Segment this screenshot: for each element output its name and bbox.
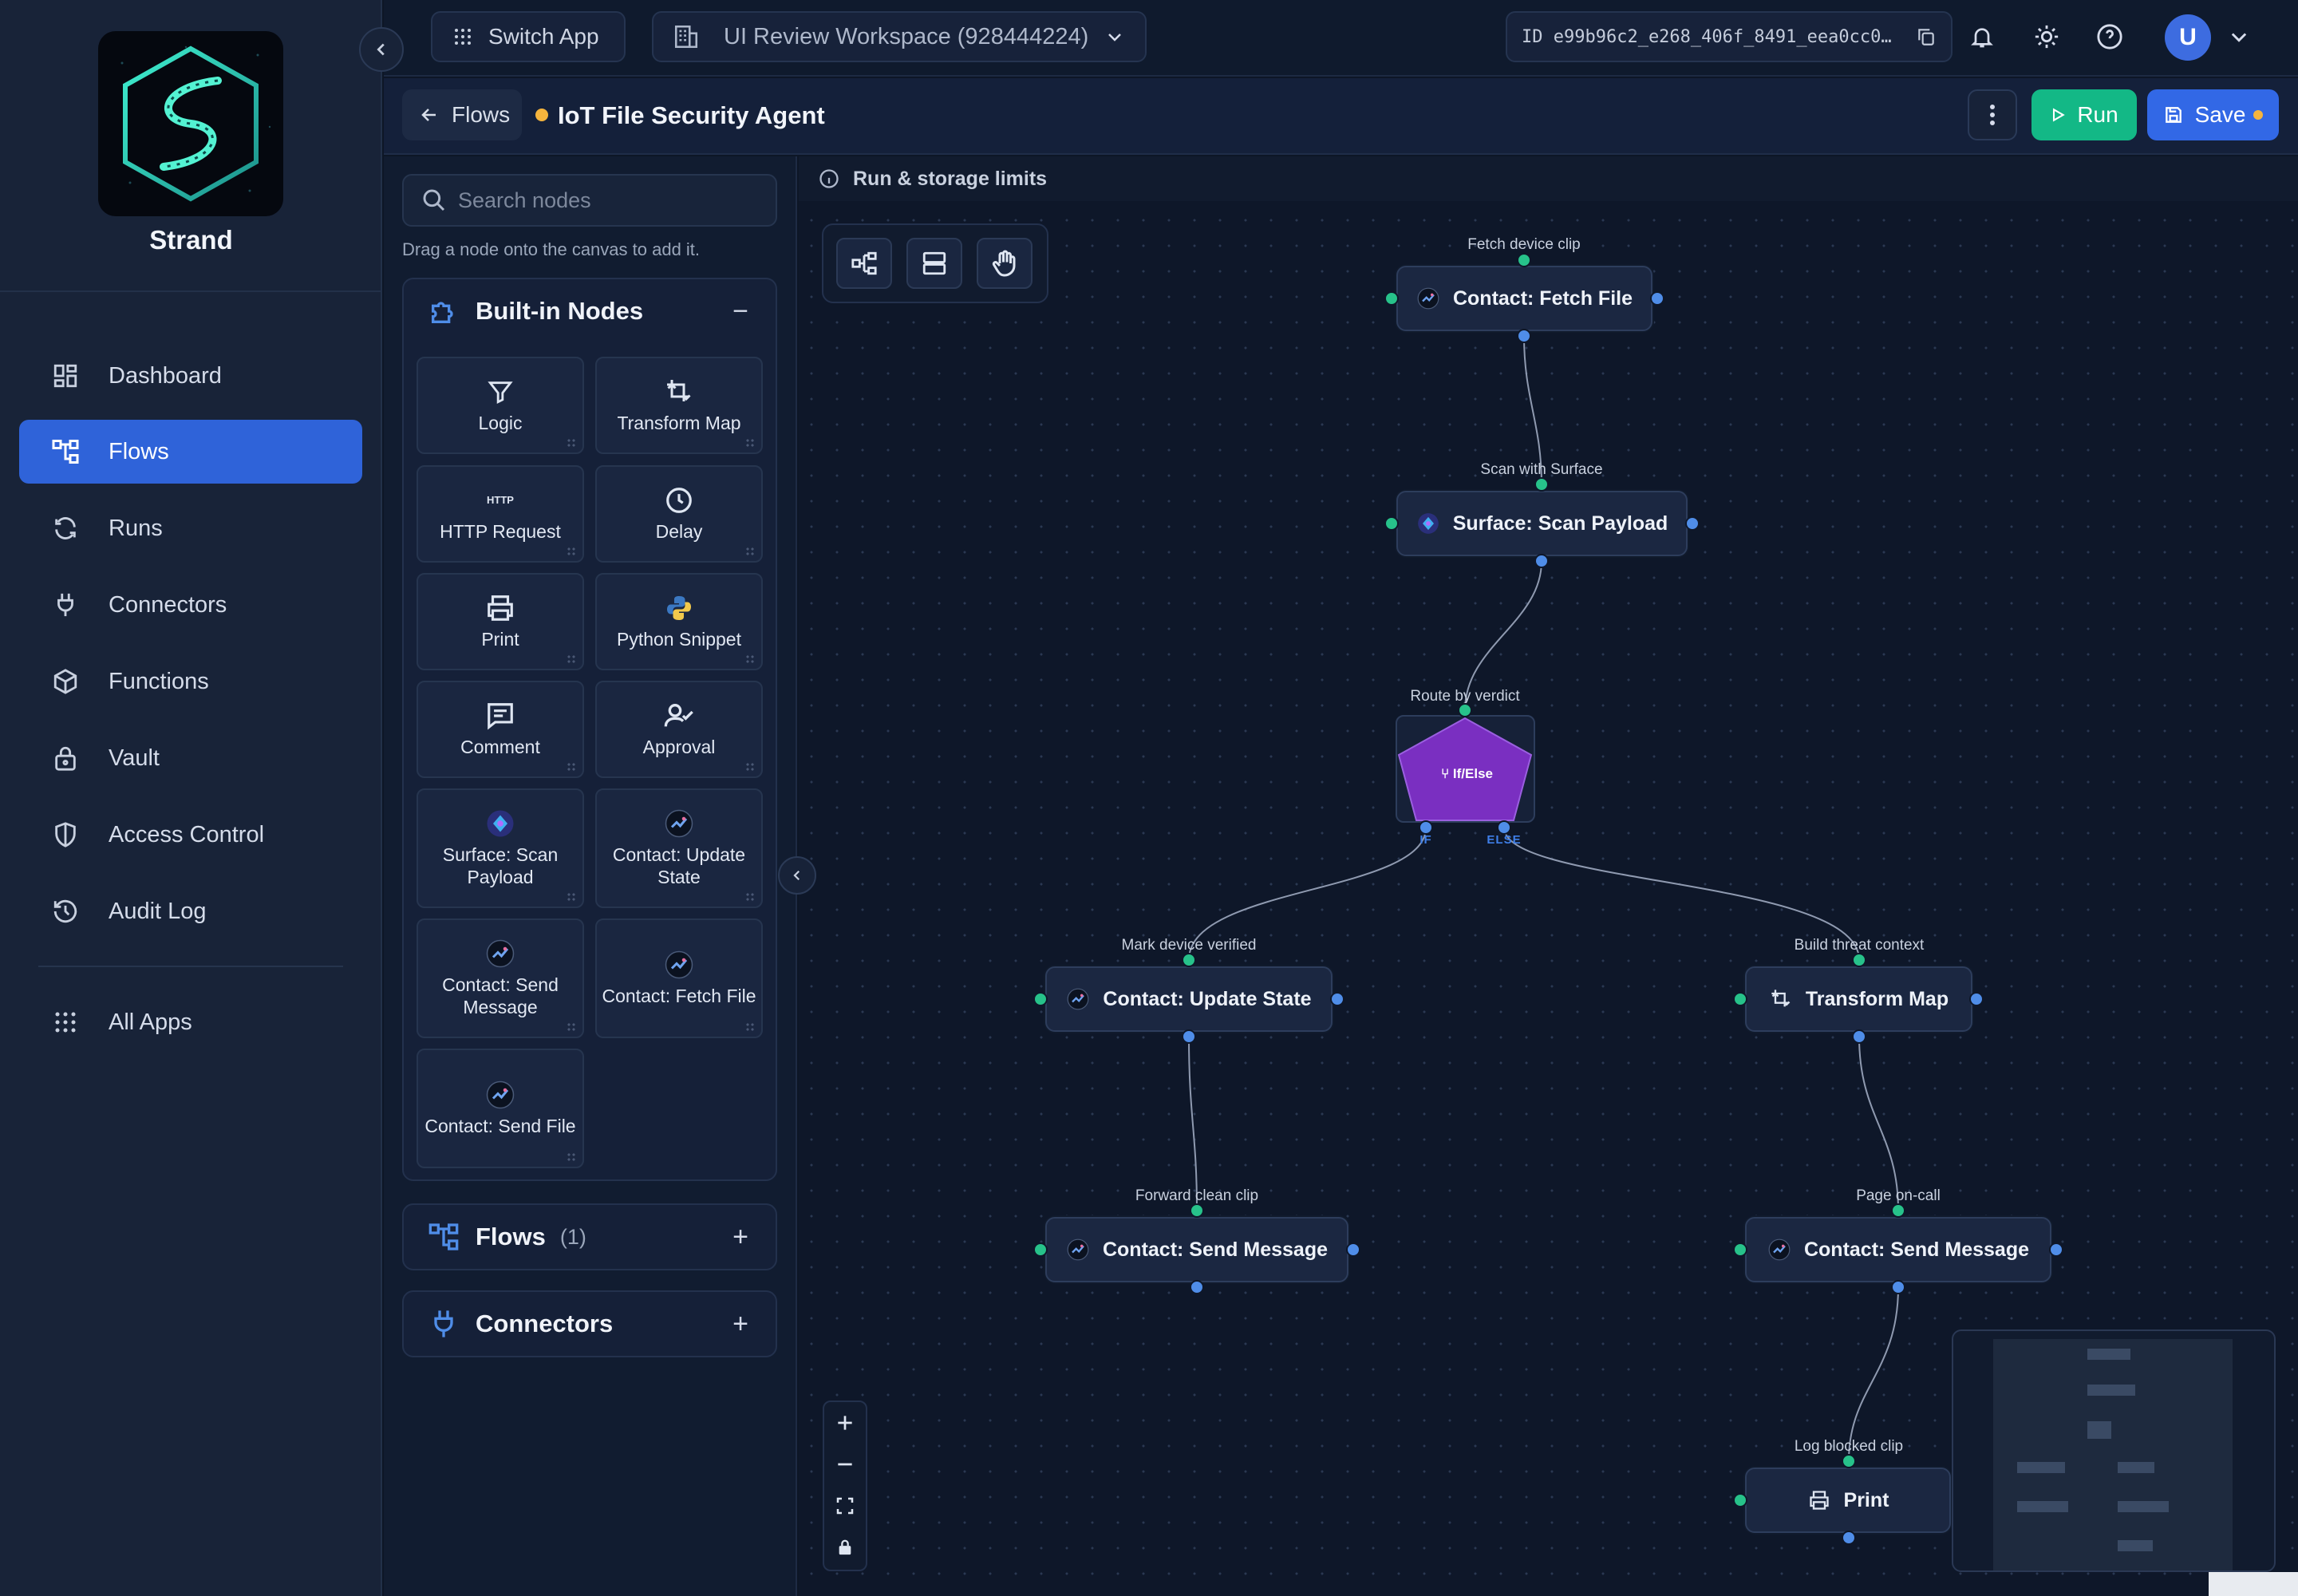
output-port[interactable] <box>1891 1280 1905 1294</box>
minimap-node <box>2087 1421 2111 1439</box>
printer-icon <box>1807 1488 1831 1512</box>
node-scan-payload[interactable]: Surface: Scan Payload <box>1396 491 1688 556</box>
input-port[interactable] <box>1033 1242 1048 1257</box>
contact-icon <box>1066 1238 1090 1262</box>
edge <box>1188 1036 1198 1211</box>
input-port[interactable] <box>1384 516 1399 531</box>
attribution-watermark <box>2209 1572 2298 1596</box>
node-title: Print <box>1843 1488 1889 1511</box>
input-port[interactable] <box>1517 253 1531 267</box>
input-port[interactable] <box>1458 703 1472 717</box>
transform-icon <box>1769 987 1793 1011</box>
node-label: Page on-call <box>1856 1187 1941 1204</box>
minimap-viewport <box>1993 1339 2233 1570</box>
output-port[interactable] <box>2049 1242 2063 1257</box>
output-port[interactable] <box>1685 516 1700 531</box>
if-port[interactable] <box>1419 820 1433 835</box>
input-port[interactable] <box>1733 1493 1747 1507</box>
node-print[interactable]: Print <box>1745 1468 1951 1533</box>
node-title: Transform Map <box>1805 987 1949 1010</box>
panel-collapse-button[interactable] <box>778 856 816 895</box>
node-update-state[interactable]: Contact: Update State <box>1045 966 1333 1032</box>
output-port[interactable] <box>1190 1280 1204 1294</box>
node-label: Scan with Surface <box>1480 461 1603 478</box>
node-send-message-page[interactable]: Contact: Send Message <box>1745 1217 2051 1282</box>
minimap-node <box>2017 1462 2065 1473</box>
input-port[interactable] <box>1733 1242 1747 1257</box>
node-title: Surface: Scan Payload <box>1452 512 1668 535</box>
chevron-left-icon <box>793 870 800 881</box>
node-label: Fetch device clip <box>1467 236 1581 253</box>
output-port[interactable] <box>1346 1242 1360 1257</box>
contact-icon <box>1066 987 1090 1011</box>
output-port[interactable] <box>1330 992 1344 1006</box>
input-port[interactable] <box>1384 291 1399 306</box>
else-port[interactable] <box>1497 820 1511 835</box>
minimap-node <box>2087 1349 2130 1360</box>
edge <box>1848 1286 1899 1462</box>
if-else-title-wrap: ⑂ If/Else <box>1397 766 1537 782</box>
input-port[interactable] <box>1891 1203 1905 1218</box>
plus-icon <box>838 1416 852 1430</box>
minimap-node <box>2087 1385 2135 1396</box>
output-port[interactable] <box>1650 291 1664 306</box>
contact-icon <box>1767 1238 1791 1262</box>
node-title: Contact: Update State <box>1103 987 1312 1010</box>
node-title: If/Else <box>1452 766 1494 781</box>
fit-view-button[interactable] <box>824 1485 866 1527</box>
input-port[interactable] <box>1190 1203 1204 1218</box>
input-port[interactable] <box>1182 953 1196 967</box>
input-port[interactable] <box>1733 992 1747 1006</box>
branch-if-label: IF <box>1419 833 1432 847</box>
node-title: Contact: Send Message <box>1803 1238 2029 1261</box>
branch-else-label: ELSE <box>1487 833 1522 847</box>
output-port[interactable] <box>1852 1029 1866 1044</box>
input-port[interactable] <box>1852 953 1866 967</box>
node-title: Contact: Fetch File <box>1452 286 1633 310</box>
branch-icon: ⑂ <box>1440 766 1453 781</box>
minimap-node <box>2118 1462 2154 1473</box>
node-label: Forward clean clip <box>1135 1187 1259 1204</box>
minimap-node <box>2017 1501 2068 1512</box>
node-fetch-file[interactable]: Contact: Fetch File <box>1396 266 1652 331</box>
zoom-in-button[interactable] <box>824 1402 866 1444</box>
zoom-out-button[interactable] <box>824 1444 866 1485</box>
output-port[interactable] <box>1969 992 1984 1006</box>
node-label: Mark device verified <box>1121 937 1257 954</box>
node-title: Contact: Send Message <box>1102 1238 1328 1261</box>
output-port[interactable] <box>1517 329 1531 343</box>
fit-screen-icon <box>836 1497 854 1515</box>
chevron-left-icon <box>377 43 385 56</box>
node-label: Build threat context <box>1794 937 1925 954</box>
minimap-node <box>2118 1501 2169 1512</box>
output-port[interactable] <box>1534 554 1549 568</box>
sidebar-collapse-button[interactable] <box>359 27 404 72</box>
node-send-message-clean[interactable]: Contact: Send Message <box>1045 1217 1348 1282</box>
edge <box>1858 1036 1899 1211</box>
lock-canvas-button[interactable] <box>824 1527 866 1568</box>
node-if-else[interactable]: ⑂ If/Else <box>1396 715 1535 823</box>
input-port[interactable] <box>1842 1454 1856 1468</box>
lock-icon <box>839 1539 851 1555</box>
node-transform-map[interactable]: Transform Map <box>1745 966 1972 1032</box>
input-port[interactable] <box>1534 477 1549 492</box>
node-label: Log blocked clip <box>1794 1438 1904 1455</box>
output-port[interactable] <box>1182 1029 1196 1044</box>
output-port[interactable] <box>1842 1531 1856 1545</box>
input-port[interactable] <box>1033 992 1048 1006</box>
minimap[interactable] <box>1952 1329 2276 1572</box>
minimap-node <box>2118 1540 2153 1551</box>
zoom-controls <box>823 1400 867 1571</box>
surface-icon <box>1416 512 1440 535</box>
contact-icon <box>1416 286 1440 310</box>
minus-icon <box>838 1463 852 1466</box>
